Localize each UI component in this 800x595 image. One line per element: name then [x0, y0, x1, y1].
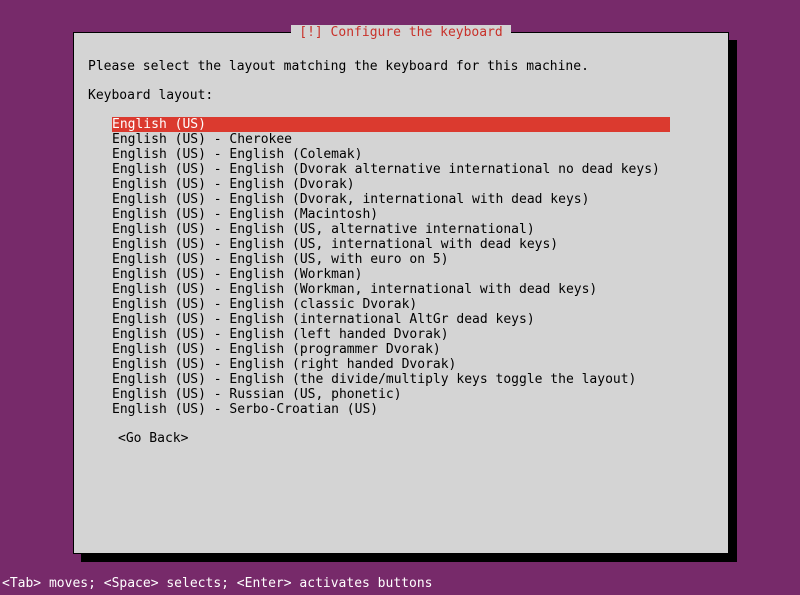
- keyboard-layout-item[interactable]: English (US) - English (US, internationa…: [112, 237, 714, 252]
- dialog-title: [!] Configure the keyboard: [291, 25, 511, 40]
- keyboard-layout-item[interactable]: English (US) - English (the divide/multi…: [112, 372, 714, 387]
- keyboard-layout-item[interactable]: English (US) - English (Workman, interna…: [112, 282, 714, 297]
- keyboard-layout-item[interactable]: English (US) - English (right handed Dvo…: [112, 357, 714, 372]
- keyboard-layout-item[interactable]: English (US) - English (Dvorak, internat…: [112, 192, 714, 207]
- keyboard-layout-item[interactable]: English (US) - Russian (US, phonetic): [112, 387, 714, 402]
- keyboard-layout-item[interactable]: English (US) - Cherokee: [112, 132, 714, 147]
- keyboard-layout-item[interactable]: English (US) - English (programmer Dvora…: [112, 342, 714, 357]
- instruction-text: Please select the layout matching the ke…: [88, 59, 714, 74]
- keyboard-layout-item[interactable]: English (US) - English (Colemak): [112, 147, 714, 162]
- keyboard-layout-item[interactable]: English (US) - English (Macintosh): [112, 207, 714, 222]
- dialog-title-wrapper: [!] Configure the keyboard: [74, 25, 728, 40]
- keyboard-layout-item[interactable]: English (US) - English (international Al…: [112, 312, 714, 327]
- keyboard-layout-list: English (US)English (US) - CherokeeEngli…: [112, 117, 714, 417]
- go-back-button[interactable]: <Go Back>: [118, 431, 714, 446]
- keyboard-layout-item[interactable]: English (US) - English (Dvorak): [112, 177, 714, 192]
- dialog-box: [!] Configure the keyboard Please select…: [73, 32, 729, 554]
- layout-label: Keyboard layout:: [88, 88, 714, 103]
- keyboard-layout-item[interactable]: English (US) - English (classic Dvorak): [112, 297, 714, 312]
- keyboard-layout-item[interactable]: English (US): [112, 117, 670, 132]
- keyboard-layout-item[interactable]: English (US) - English (left handed Dvor…: [112, 327, 714, 342]
- status-bar: <Tab> moves; <Space> selects; <Enter> ac…: [0, 576, 432, 591]
- keyboard-layout-item[interactable]: English (US) - English (US, alternative …: [112, 222, 714, 237]
- keyboard-layout-item[interactable]: English (US) - English (Workman): [112, 267, 714, 282]
- keyboard-layout-item[interactable]: English (US) - English (Dvorak alternati…: [112, 162, 714, 177]
- keyboard-layout-item[interactable]: English (US) - Serbo-Croatian (US): [112, 402, 714, 417]
- dialog-content: Please select the layout matching the ke…: [74, 33, 728, 460]
- keyboard-layout-item[interactable]: English (US) - English (US, with euro on…: [112, 252, 714, 267]
